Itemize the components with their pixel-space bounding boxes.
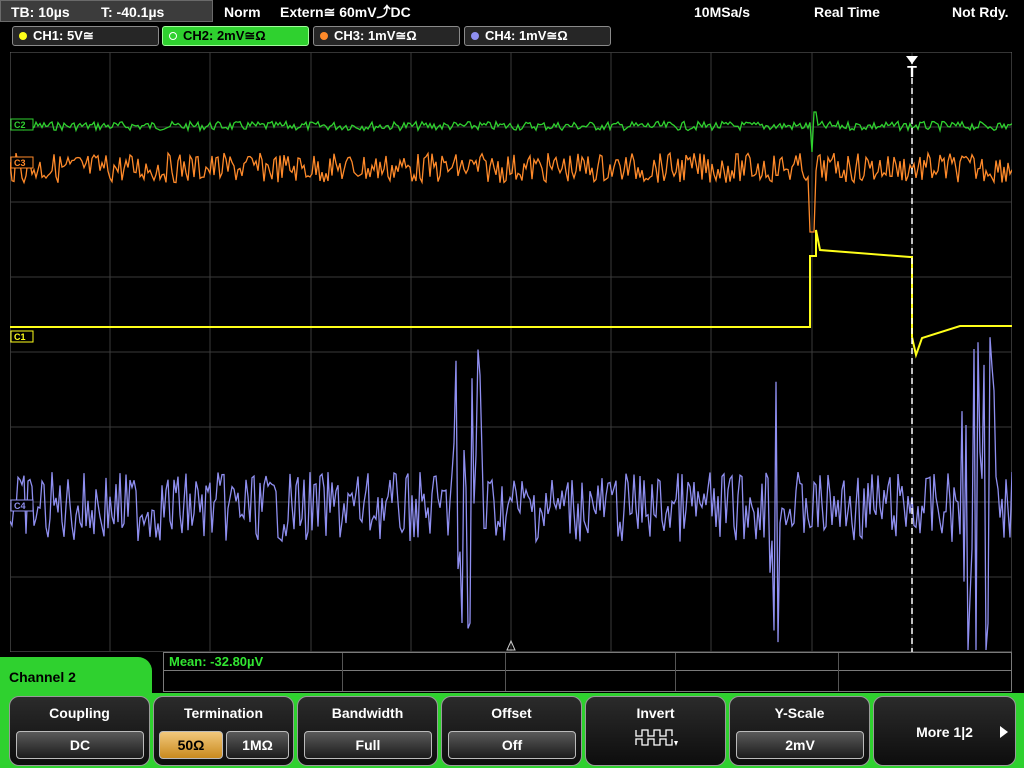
channel-4-dot-icon (471, 32, 479, 40)
channel-3-marker[interactable]: C3 (10, 156, 34, 169)
channel-3-label: CH3: 1mV≅Ω (334, 28, 417, 43)
termination-softkey[interactable]: Termination 50Ω 1MΩ (153, 696, 294, 766)
bandwidth-title: Bandwidth (331, 705, 404, 721)
coupling-softkey[interactable]: Coupling DC (9, 696, 150, 766)
more-label: More 1|2 (916, 724, 973, 740)
more-softkey[interactable]: More 1|2 (873, 696, 1016, 766)
invert-softkey[interactable]: Invert (585, 696, 726, 766)
termination-title: Termination (183, 705, 264, 721)
bandwidth-value[interactable]: Full (304, 731, 432, 759)
channel-2-label: CH2: 2mV≅Ω (183, 28, 266, 43)
termination-1-megaohm-option[interactable]: 1MΩ (226, 731, 289, 759)
channel-4-marker-label: C4 (14, 501, 26, 511)
channel-3-dot-icon (320, 32, 328, 40)
channel-1-label: CH1: 5V≅ (33, 28, 94, 43)
coupling-value[interactable]: DC (16, 731, 144, 759)
channel-2-marker-label: C2 (14, 120, 26, 130)
y-scale-softkey[interactable]: Y-Scale 2mV (729, 696, 870, 766)
channel-1-marker[interactable]: C1 (10, 330, 34, 343)
channel-2-chip[interactable]: CH2: 2mV≅Ω (162, 26, 309, 46)
channel-4-label: CH4: 1mV≅Ω (485, 28, 568, 43)
measurement-divider (675, 653, 676, 691)
y-scale-value[interactable]: 2mV (736, 731, 864, 759)
measurement-divider (164, 670, 1011, 671)
channel-1-marker-label: C1 (14, 332, 26, 342)
termination-50-ohm-option[interactable]: 50Ω (159, 731, 223, 759)
status-bar: TB: 10µs T: -40.1µs Norm Extern≅ 60mV⤴DC… (0, 0, 1024, 24)
channel-1-chip[interactable]: CH1: 5V≅ (12, 26, 159, 46)
trigger-source[interactable]: Extern≅ 60mV⤴DC (280, 0, 411, 24)
channel-1-dot-icon (19, 32, 27, 40)
channel-4-marker[interactable]: C4 (10, 499, 34, 512)
offset-softkey[interactable]: Offset Off (441, 696, 582, 766)
channel-4-chip[interactable]: CH4: 1mV≅Ω (464, 26, 611, 46)
bandwidth-softkey[interactable]: Bandwidth Full (297, 696, 438, 766)
channel-3-marker-label: C3 (14, 158, 26, 168)
invert-waveform-icon (635, 729, 678, 746)
invert-title: Invert (636, 705, 675, 721)
channel-menu-tab[interactable]: Channel 2 (0, 657, 152, 697)
channel-2-dot-icon (169, 32, 177, 40)
sample-rate: 10MSa/s (694, 4, 751, 20)
trigger-mode[interactable]: Norm (224, 0, 261, 24)
mean-measurement: Mean: -32.80µV (169, 654, 264, 669)
y-scale-title: Y-Scale (774, 705, 825, 721)
acquisition-status: Not Rdy. (952, 4, 1009, 20)
acquisition-mode: Real Time (814, 4, 880, 20)
timebase-readout: TB: 10µs (11, 4, 70, 20)
measurement-divider (838, 653, 839, 691)
measurement-divider (342, 653, 343, 691)
channel-2-marker[interactable]: C2 (10, 118, 34, 131)
timebase-panel[interactable]: TB: 10µs T: -40.1µs (0, 0, 213, 22)
waveform-canvas[interactable]: T C2 C3 C1 C4 (10, 52, 1012, 652)
offset-title: Offset (491, 705, 532, 721)
coupling-title: Coupling (49, 705, 110, 721)
next-page-arrow-icon (1000, 726, 1008, 738)
trigger-time-readout: T: -40.1µs (101, 4, 165, 20)
channel-bar: CH1: 5V≅ CH2: 2mV≅Ω CH3: 1mV≅Ω CH4: 1mV≅… (0, 26, 1024, 48)
measurement-panel: Mean: -32.80µV (163, 652, 1012, 692)
measurement-divider (505, 653, 506, 691)
offset-value[interactable]: Off (448, 731, 576, 759)
trigger-t-icon: T (907, 64, 917, 81)
waveform-display[interactable]: T C2 C3 C1 C4 (10, 52, 1012, 652)
channel-3-chip[interactable]: CH3: 1mV≅Ω (313, 26, 460, 46)
